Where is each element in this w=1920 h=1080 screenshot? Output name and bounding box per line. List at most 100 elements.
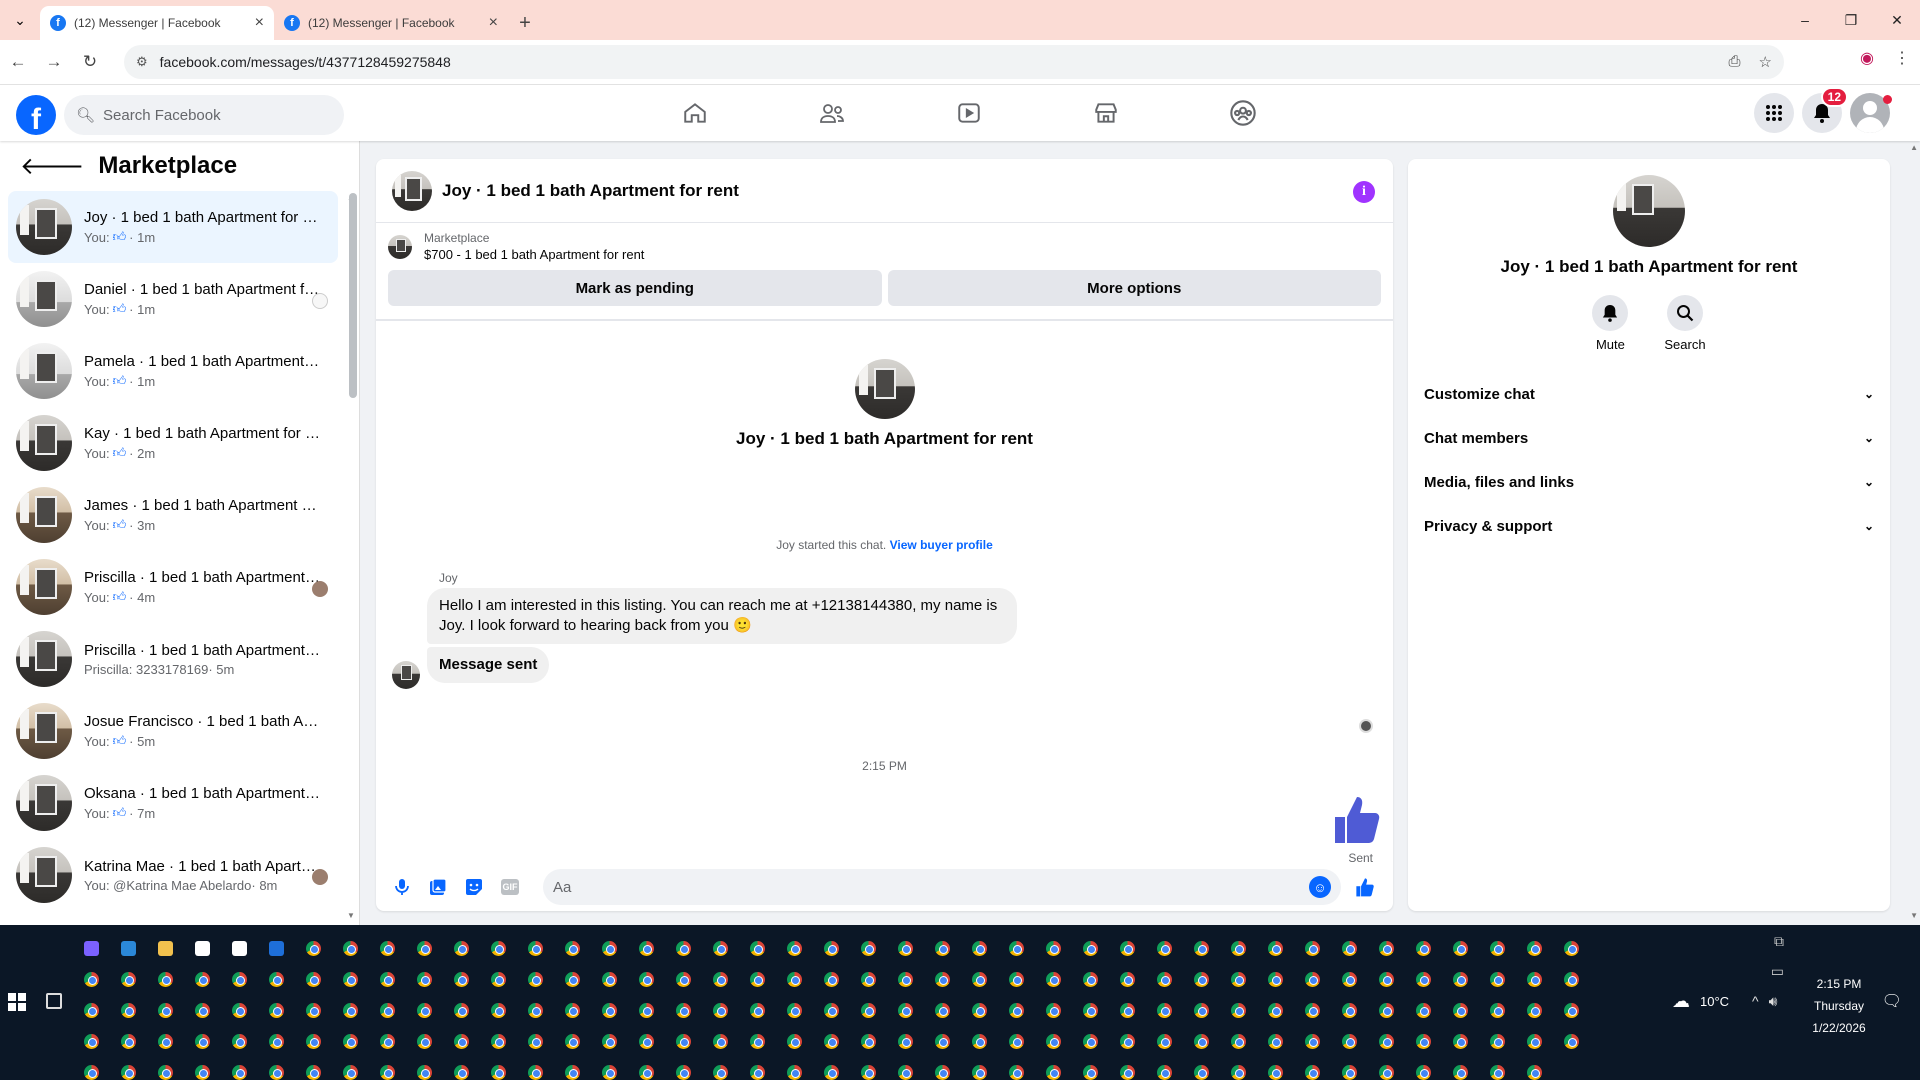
chrome-window-icon[interactable]: [306, 972, 321, 987]
chrome-window-icon[interactable]: [676, 1003, 691, 1018]
conversation-item[interactable]: Josue Francisco · 1 bed 1 bath Apartment…: [8, 695, 338, 767]
chrome-window-icon[interactable]: [343, 1003, 358, 1018]
chrome-window-icon[interactable]: [1342, 972, 1357, 987]
chrome-window-icon[interactable]: [1009, 1065, 1024, 1080]
chrome-window-icon[interactable]: [1527, 972, 1542, 987]
pinned-app-icon[interactable]: [121, 941, 136, 956]
groups-icon[interactable]: [1174, 85, 1311, 141]
sticker-icon[interactable]: [458, 871, 490, 903]
chrome-window-icon[interactable]: [1009, 941, 1024, 956]
chrome-window-icon[interactable]: [639, 1034, 654, 1049]
chrome-window-icon[interactable]: [1231, 1065, 1246, 1080]
chrome-window-icon[interactable]: [639, 1065, 654, 1080]
chrome-window-icon[interactable]: [750, 1034, 765, 1049]
chrome-window-icon[interactable]: [787, 1065, 802, 1080]
chrome-window-icon[interactable]: [676, 941, 691, 956]
facebook-logo-icon[interactable]: f: [16, 95, 56, 135]
chrome-window-icon[interactable]: [1046, 1003, 1061, 1018]
chrome-window-icon[interactable]: [1157, 1034, 1172, 1049]
address-bar[interactable]: ⚙ facebook.com/messages/t/43771284592758…: [124, 45, 1784, 79]
facebook-search[interactable]: 🔍︎: [64, 95, 344, 135]
chrome-window-icon[interactable]: [417, 941, 432, 956]
chrome-window-icon[interactable]: [380, 1065, 395, 1080]
chrome-window-icon[interactable]: [1120, 972, 1135, 987]
customize-chat-section[interactable]: Customize chat ⌄: [1416, 372, 1882, 416]
info-avatar[interactable]: [1613, 175, 1685, 247]
clock[interactable]: 2:15 PM Thursday 1/22/2026: [1794, 973, 1884, 1039]
chrome-window-icon[interactable]: [491, 1034, 506, 1049]
chrome-window-icon[interactable]: [1231, 1034, 1246, 1049]
scroll-down-arrow-icon[interactable]: ▼: [347, 911, 355, 920]
notifications-bell-icon[interactable]: 12: [1802, 87, 1848, 133]
close-tab-icon[interactable]: ×: [489, 14, 498, 32]
network-icon[interactable]: ▭: [1771, 963, 1784, 980]
chrome-window-icon[interactable]: [1083, 941, 1098, 956]
chrome-window-icon[interactable]: [824, 1034, 839, 1049]
chrome-window-icon[interactable]: [528, 1003, 543, 1018]
chrome-window-icon[interactable]: [713, 1065, 728, 1080]
chrome-window-icon[interactable]: [1305, 1065, 1320, 1080]
chrome-window-icon[interactable]: [1268, 1034, 1283, 1049]
chrome-window-icon[interactable]: [1157, 972, 1172, 987]
chrome-window-icon[interactable]: [1490, 972, 1505, 987]
emoji-icon[interactable]: ☺: [1309, 876, 1331, 898]
message-bubble[interactable]: Message sent: [427, 647, 550, 683]
back-arrow-icon[interactable]: 🡐: [20, 151, 84, 181]
chrome-window-icon[interactable]: [84, 1003, 99, 1018]
conversation-item[interactable]: James · 1 bed 1 bath Apartment for rent …: [8, 479, 338, 551]
chrome-window-icon[interactable]: [1083, 1003, 1098, 1018]
chrome-window-icon[interactable]: [1157, 1065, 1172, 1080]
chrome-window-icon[interactable]: [898, 1065, 913, 1080]
chrome-window-icon[interactable]: [195, 972, 210, 987]
chrome-window-icon[interactable]: [1416, 1034, 1431, 1049]
chrome-window-icon[interactable]: [121, 1065, 136, 1080]
chrome-window-icon[interactable]: [158, 1065, 173, 1080]
chrome-window-icon[interactable]: [528, 941, 543, 956]
chrome-window-icon[interactable]: [1416, 1065, 1431, 1080]
chrome-window-icon[interactable]: [417, 1034, 432, 1049]
chrome-window-icon[interactable]: [121, 972, 136, 987]
profile-icon[interactable]: ◉: [1860, 48, 1874, 68]
chrome-window-icon[interactable]: [1342, 941, 1357, 956]
chrome-window-icon[interactable]: [898, 1034, 913, 1049]
mute-button[interactable]: Mute: [1592, 295, 1629, 352]
pinned-app-icon[interactable]: [195, 941, 210, 956]
marketplace-icon[interactable]: [1037, 85, 1174, 141]
notification-center-icon[interactable]: 🗨︎: [1882, 991, 1902, 1011]
conversation-item[interactable]: Katrina Mae · 1 bed 1 bath Apartment for…: [8, 839, 338, 911]
chrome-window-icon[interactable]: [1453, 1003, 1468, 1018]
chrome-window-icon[interactable]: [1564, 941, 1579, 956]
chrome-window-icon[interactable]: [861, 1034, 876, 1049]
chrome-window-icon[interactable]: [787, 941, 802, 956]
site-settings-icon[interactable]: ⚙: [136, 54, 148, 70]
back-arrow-icon[interactable]: ←: [0, 44, 36, 80]
chrome-window-icon[interactable]: [84, 972, 99, 987]
bookmark-star-icon[interactable]: ☆: [1759, 53, 1772, 71]
chrome-window-icon[interactable]: [1379, 1003, 1394, 1018]
chrome-window-icon[interactable]: [972, 1065, 987, 1080]
chrome-window-icon[interactable]: [898, 1003, 913, 1018]
chrome-window-icon[interactable]: [417, 972, 432, 987]
chrome-window-icon[interactable]: [306, 1065, 321, 1080]
chrome-window-icon[interactable]: [84, 1034, 99, 1049]
chrome-window-icon[interactable]: [232, 1065, 247, 1080]
chrome-window-icon[interactable]: [1194, 1065, 1209, 1080]
chrome-window-icon[interactable]: [1453, 941, 1468, 956]
chrome-window-icon[interactable]: [713, 941, 728, 956]
chrome-window-icon[interactable]: [306, 941, 321, 956]
microphone-icon[interactable]: [386, 871, 418, 903]
chrome-window-icon[interactable]: [565, 1003, 580, 1018]
chrome-window-icon[interactable]: [1379, 941, 1394, 956]
chrome-window-icon[interactable]: [158, 972, 173, 987]
chrome-window-icon[interactable]: [1379, 972, 1394, 987]
chat-members-section[interactable]: Chat members ⌄: [1416, 416, 1882, 460]
chrome-window-icon[interactable]: [602, 972, 617, 987]
chrome-window-icon[interactable]: [1453, 972, 1468, 987]
chrome-window-icon[interactable]: [565, 1065, 580, 1080]
chrome-window-icon[interactable]: [861, 1065, 876, 1080]
browser-tab-1[interactable]: f (12) Messenger | Facebook ×: [40, 6, 274, 40]
chrome-window-icon[interactable]: [454, 1065, 469, 1080]
chrome-window-icon[interactable]: [1527, 1003, 1542, 1018]
chrome-window-icon[interactable]: [1564, 972, 1579, 987]
chrome-window-icon[interactable]: [639, 941, 654, 956]
